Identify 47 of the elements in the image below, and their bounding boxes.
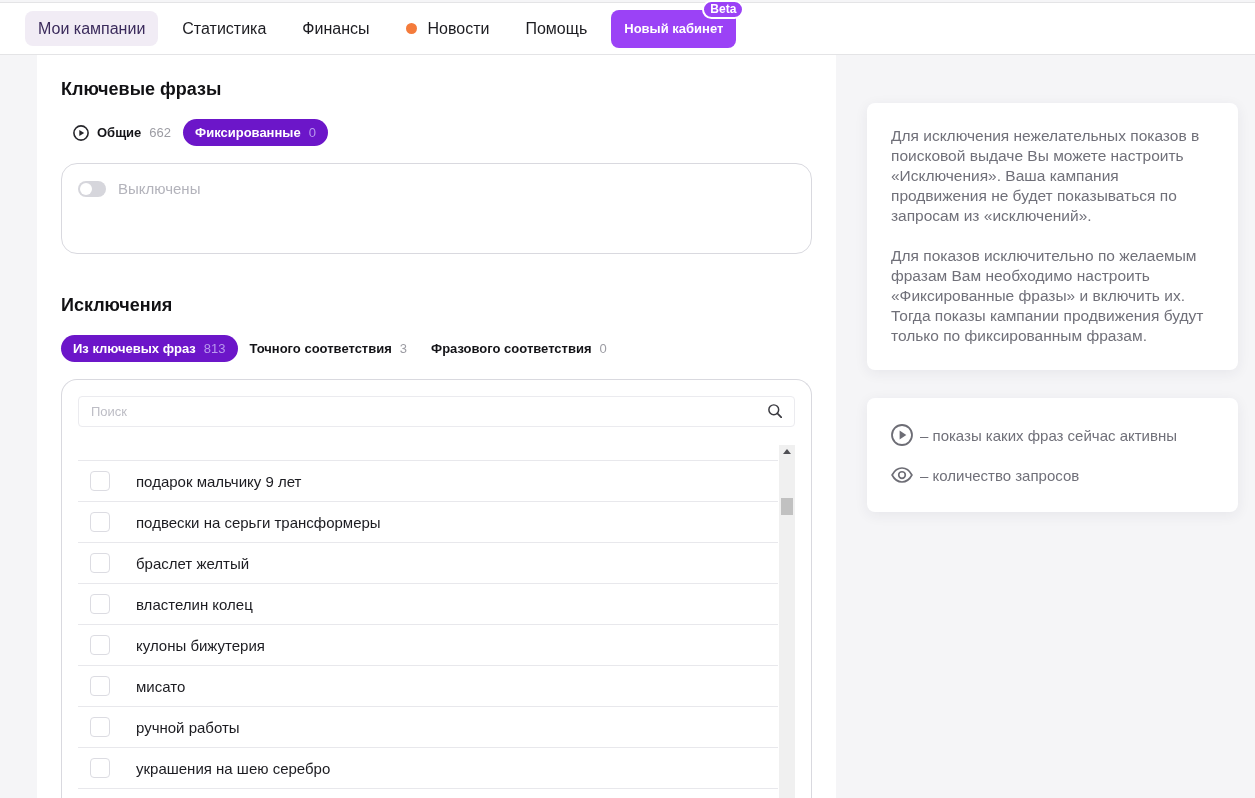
filter-tab[interactable]: Из ключевых фраз 813 — [61, 335, 238, 362]
tab-count: 0 — [599, 341, 607, 356]
checkbox[interactable] — [90, 553, 110, 573]
phrase-text: властелин колец — [136, 595, 253, 613]
checkbox[interactable] — [90, 471, 110, 491]
phrase-text: ручной работы — [136, 718, 240, 736]
legend-text: – показы каких фраз сейчас активны — [920, 426, 1177, 444]
tab-count: 813 — [203, 341, 226, 356]
checkbox[interactable] — [90, 635, 110, 655]
toggle-switch[interactable] — [78, 181, 106, 197]
phrase-text: браслет желтый — [136, 554, 250, 572]
nav-tab[interactable]: Финансы — [290, 11, 382, 46]
nav-tab[interactable]: Мои кампании — [25, 11, 159, 46]
phrase-text: мисато — [136, 677, 186, 695]
scroll-up-arrow-icon[interactable] — [783, 449, 791, 454]
section-title: Исключения — [61, 294, 174, 317]
section-title: Ключевые фразы — [61, 78, 223, 101]
play-circle-icon — [891, 424, 913, 446]
eye-icon — [891, 467, 913, 483]
phrase-text: украшения на шею серебро — [136, 759, 331, 777]
nav-tab[interactable]: Статистика — [170, 11, 279, 46]
scrollbar-track[interactable] — [779, 445, 795, 798]
checkbox[interactable] — [90, 717, 110, 737]
toggle-label: Выключены — [118, 181, 201, 197]
phrase-text: подвески на серьги трансформеры — [136, 513, 381, 531]
filter-tab[interactable]: Фразового соответствия 0 — [419, 335, 619, 362]
nav-tab[interactable]: Помощь — [513, 11, 600, 46]
beta-badge: Beta — [702, 0, 745, 19]
tab-count: 0 — [308, 125, 316, 140]
scrollbar-thumb[interactable] — [781, 498, 793, 515]
tab-count: 3 — [399, 341, 408, 356]
checkbox[interactable] — [90, 676, 110, 696]
nav-tab[interactable]: Новости — [393, 11, 502, 46]
filter-tab[interactable]: Общие 662 — [61, 119, 184, 146]
phrase-text: подарок мальчику 9 лет — [136, 472, 302, 490]
filter-tab[interactable]: Фиксированные 0 — [183, 119, 328, 146]
checkbox[interactable] — [90, 758, 110, 778]
filter-tab[interactable]: Точного соответствия 3 — [237, 335, 420, 362]
checkbox[interactable] — [90, 594, 110, 614]
info-text: Для показов исключительно по желаемым фразам Вам необходимо настроить «Фиксированные фразы» и включить их. Тогда показы кампании продвижения будут только по фиксированным фразам. — [891, 246, 1205, 346]
info-text: Для исключения нежелательных показов в поисковой выдаче Вы можете настроить «Исключения». Ваша кампания продвижения не будет показываться по запросам из «исключений». — [891, 126, 1201, 226]
legend-text: – количество запросов — [920, 466, 1080, 484]
phrase-text: кулоны бижутерия — [136, 636, 265, 654]
tab-count: 662 — [149, 125, 172, 140]
search-field[interactable]: Поиск — [78, 396, 795, 427]
search-icon[interactable] — [768, 404, 782, 418]
checkbox[interactable] — [90, 512, 110, 532]
